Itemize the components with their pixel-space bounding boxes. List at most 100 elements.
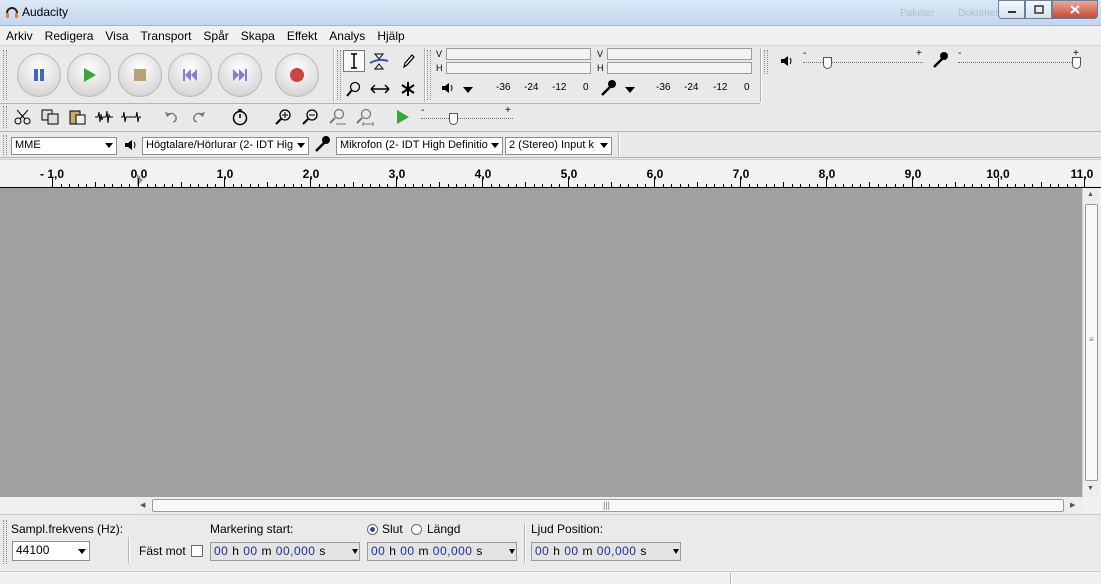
minimize-button[interactable] <box>998 0 1025 19</box>
playback-meter-right[interactable] <box>446 62 591 74</box>
zoom-in-button[interactable] <box>272 106 294 128</box>
menu-skapa[interactable]: Skapa <box>235 27 281 45</box>
ruler-tick <box>61 184 62 187</box>
ruler-tick <box>473 184 474 187</box>
record-meter-left[interactable] <box>607 48 752 60</box>
record-meter-right[interactable] <box>607 62 752 74</box>
ruler-tick <box>645 184 646 187</box>
ruler-tick <box>878 184 879 187</box>
ruler-tick <box>465 184 466 187</box>
length-radio[interactable] <box>411 524 422 535</box>
sample-rate-select[interactable]: 44100 <box>12 541 90 561</box>
redo-button[interactable] <box>188 106 210 128</box>
microphone-icon <box>933 52 948 68</box>
ruler-tick <box>405 184 406 187</box>
ruler-tick <box>387 184 388 187</box>
ruler-label: 9,0 <box>904 167 922 181</box>
scroll-right-icon[interactable]: ▶ <box>1070 501 1075 509</box>
zoom-out-button[interactable] <box>299 106 321 128</box>
input-volume-track[interactable] <box>958 62 1080 63</box>
end-radio[interactable] <box>367 524 378 535</box>
menu-spar[interactable]: Spår <box>197 27 234 45</box>
play-speed-track[interactable] <box>421 118 513 119</box>
toolbar-grip[interactable] <box>764 50 768 74</box>
toolbar-grip[interactable] <box>337 50 341 100</box>
scroll-up-icon[interactable]: ▲ <box>1087 191 1094 198</box>
undo-button[interactable] <box>160 106 182 128</box>
track-area[interactable] <box>0 188 1082 497</box>
play-head-marker-icon[interactable] <box>135 173 145 187</box>
record-meter-menu-icon[interactable] <box>624 86 636 94</box>
skip-to-end-button[interactable] <box>218 53 262 97</box>
horizontal-scrollbar[interactable]: ◀ ||| ▶ <box>136 497 1082 514</box>
ruler-tick <box>620 184 621 187</box>
horizontal-scroll-thumb[interactable]: ||| <box>152 499 1064 512</box>
output-volume-track[interactable] <box>803 62 923 63</box>
timeline-ruler[interactable]: - 1,0 0,0 1,0 2,0 3,0 4,0 5,0 6,0 7,0 8,… <box>0 159 1101 188</box>
fit-selection-button[interactable] <box>326 106 348 128</box>
ruler-tick <box>430 184 431 187</box>
output-device-select[interactable]: Högtalare/Hörlurar (2- IDT Hig <box>142 137 309 155</box>
scroll-down-icon[interactable]: ▼ <box>1087 485 1094 492</box>
input-device-select[interactable]: Mikrofon (2- IDT High Definitio <box>336 137 503 155</box>
menu-redigera[interactable]: Redigera <box>39 27 100 45</box>
close-button[interactable] <box>1052 0 1098 19</box>
ruler-tick <box>706 184 707 187</box>
audio-position-time[interactable]: 00 h 00 m 00,000 s <box>531 542 681 561</box>
menu-hjalp[interactable]: Hjälp <box>371 27 410 45</box>
playback-meter-menu-icon[interactable] <box>462 86 474 94</box>
ruler-tick <box>104 184 105 187</box>
fit-project-button[interactable] <box>353 106 375 128</box>
toolbar-grip[interactable] <box>427 50 431 100</box>
toolbar-grip[interactable] <box>3 135 7 155</box>
silence-button[interactable] <box>120 106 142 128</box>
ruler-tick <box>52 178 53 187</box>
slider-min-label: - <box>803 48 807 59</box>
input-channels-select[interactable]: 2 (Stereo) Input k <box>505 137 612 155</box>
vertical-scrollbar[interactable]: ▲ ≡ ▼ <box>1082 188 1099 497</box>
snap-to-checkbox[interactable] <box>191 545 203 557</box>
ruler-tick <box>955 182 956 187</box>
stop-button[interactable] <box>118 53 162 97</box>
vertical-scroll-thumb[interactable]: ≡ <box>1085 204 1098 481</box>
output-volume-slider[interactable] <box>823 57 832 69</box>
menu-analys[interactable]: Analys <box>323 27 371 45</box>
copy-button[interactable] <box>39 106 61 128</box>
ruler-tick <box>903 184 904 187</box>
playback-meter-left[interactable] <box>446 48 591 60</box>
play-at-speed-button[interactable] <box>391 106 413 128</box>
toolbar-grip[interactable] <box>3 50 7 100</box>
cut-button[interactable] <box>12 106 34 128</box>
zoom-tool-button[interactable] <box>343 78 365 100</box>
toolbar-grip[interactable] <box>3 106 7 128</box>
ruler-tick <box>370 184 371 187</box>
background-label: Paketer <box>900 8 935 19</box>
maximize-button[interactable] <box>1025 0 1052 19</box>
toolbar-grip[interactable] <box>3 520 7 564</box>
sync-lock-button[interactable] <box>229 106 251 128</box>
menu-arkiv[interactable]: Arkiv <box>0 27 39 45</box>
input-volume-slider[interactable] <box>1072 57 1081 69</box>
menu-visa[interactable]: Visa <box>99 27 134 45</box>
audio-host-select[interactable]: MME <box>11 137 117 155</box>
play-button[interactable] <box>67 53 111 97</box>
record-button[interactable] <box>275 53 319 97</box>
ruler-tick <box>1058 184 1059 187</box>
menu-effekt[interactable]: Effekt <box>281 27 323 45</box>
paste-button[interactable] <box>66 106 88 128</box>
selection-end-time[interactable]: 00 h 00 m 00,000 s <box>367 542 517 561</box>
trim-button[interactable] <box>93 106 115 128</box>
selection-tool-button[interactable] <box>343 50 365 72</box>
ruler-tick <box>869 182 870 187</box>
scroll-left-icon[interactable]: ◀ <box>140 501 145 509</box>
play-speed-slider[interactable] <box>449 113 458 125</box>
time-shift-tool-button[interactable] <box>369 78 391 100</box>
meter-tick-label: -36 <box>496 82 511 93</box>
skip-to-start-button[interactable] <box>168 53 212 97</box>
multi-tool-button[interactable] <box>397 78 419 100</box>
selection-start-time[interactable]: 00 h 00 m 00,000 s <box>210 542 360 561</box>
draw-tool-button[interactable] <box>397 50 419 72</box>
envelope-tool-button[interactable] <box>368 50 390 72</box>
pause-button[interactable] <box>17 53 61 97</box>
menu-transport[interactable]: Transport <box>135 27 198 45</box>
